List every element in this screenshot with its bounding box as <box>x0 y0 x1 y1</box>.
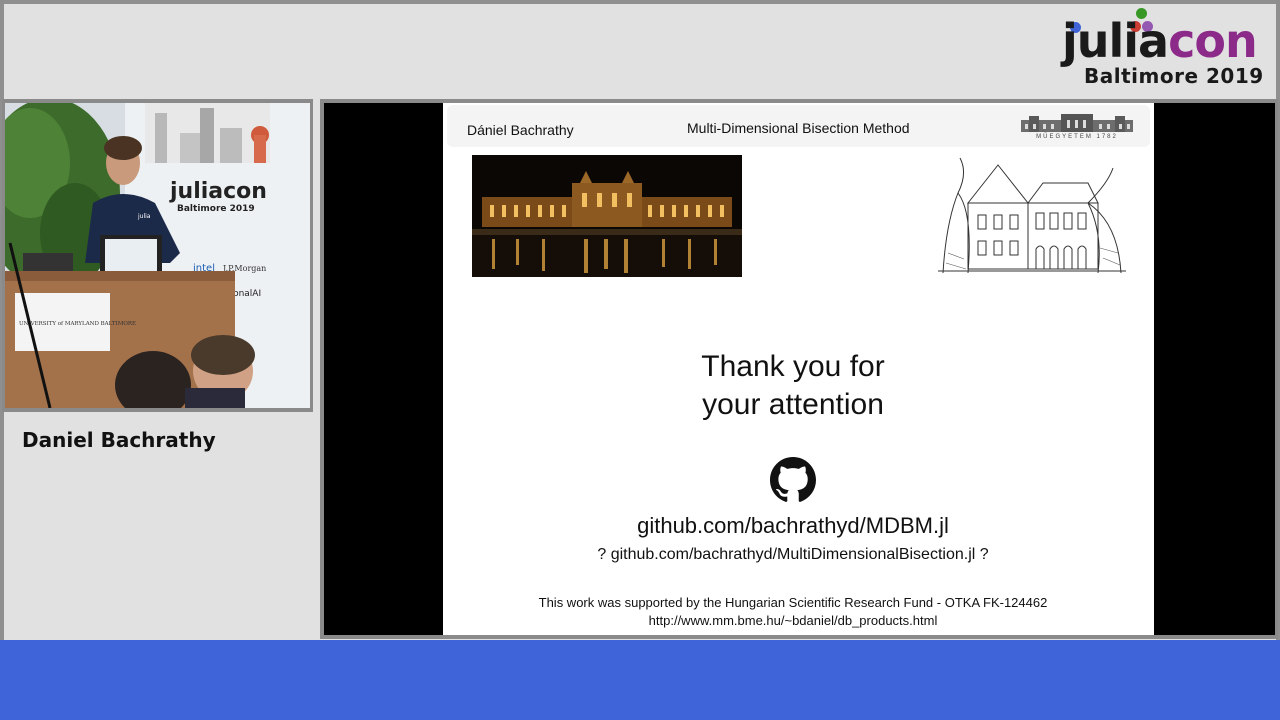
university-logo: MŰEGYETEM 1782 <box>1021 112 1133 142</box>
bottom-bar <box>0 640 1280 720</box>
webcam-banner-sub: Baltimore 2019 <box>177 204 255 214</box>
top-border <box>0 0 1280 4</box>
webcam-banner-word: juliacon <box>169 179 267 204</box>
funding-url[interactable]: http://www.mm.bme.hu/~bdaniel/db_product… <box>443 613 1143 628</box>
webcam-shirt-text: julia <box>137 213 151 220</box>
webcam-podium-sign: UNIVERSITY of MARYLAND BALTIMORE <box>19 321 136 327</box>
github-link-main[interactable]: github.com/bachrathyd/MDBM.jl <box>443 513 1143 539</box>
thank-you-message: Thank you for your attention <box>443 348 1143 424</box>
github-icon <box>770 457 816 503</box>
university-night-photo <box>472 155 742 277</box>
building-sketch <box>938 153 1126 279</box>
logo-subtitle: Baltimore 2019 <box>1084 64 1264 88</box>
speaker-name: Daniel Bachrathy <box>22 428 216 452</box>
juliacon-logo: juliacon Baltimore 2019 <box>1058 8 1268 90</box>
thanks-line-1: Thank you for <box>701 350 885 383</box>
thanks-line-2: your attention <box>702 388 884 421</box>
funding-note: This work was supported by the Hungarian… <box>538 595 1048 610</box>
slide-author: Dániel Bachrathy <box>467 122 574 138</box>
slide-header: Dániel Bachrathy Multi-Dimensional Bisec… <box>447 105 1150 147</box>
logo-wordmark: juliacon <box>1062 14 1258 68</box>
speaker-webcam: juliacon Baltimore 2019 intel J.P.Morgan… <box>5 103 310 408</box>
presentation-slide: Dániel Bachrathy Multi-Dimensional Bisec… <box>443 103 1154 635</box>
university-logo-text: MŰEGYETEM 1782 <box>1036 134 1118 140</box>
slide-title: Multi-Dimensional Bisection Method <box>687 120 910 136</box>
github-link-alt[interactable]: ? github.com/bachrathyd/MultiDimensional… <box>443 546 1143 564</box>
